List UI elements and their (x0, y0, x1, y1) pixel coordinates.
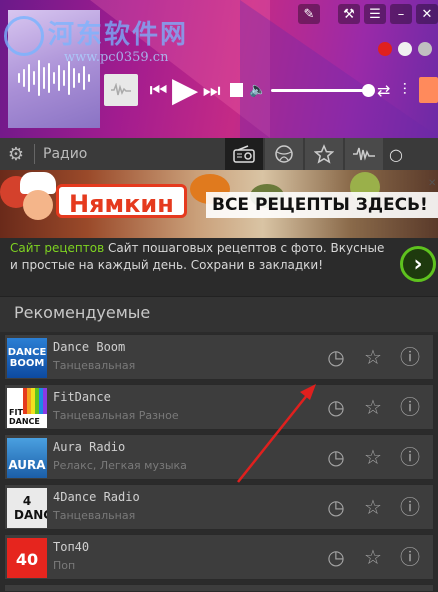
window-controls: ✎ ⚒ ☰ – ✕ (298, 4, 438, 24)
history-icon[interactable]: ◷ (323, 545, 349, 569)
tab-radio[interactable] (225, 138, 263, 170)
station-name: Aura Radio (53, 440, 126, 454)
station-genre: Танцевальная Разное (53, 409, 179, 422)
star-icon[interactable]: ☆ (360, 545, 386, 569)
app-window: 河东软件网 www.pc0359.cn ✎ ⚒ ☰ – ✕ ⏮ ▶ ⏭ 🔈 ⇄ … (0, 0, 438, 592)
list-header: Рекомендуемые (0, 296, 438, 332)
volume-knob[interactable] (362, 83, 376, 97)
station-genre: Поп (53, 559, 76, 572)
info-icon[interactable]: ⓘ (397, 545, 423, 569)
station-row[interactable] (4, 584, 434, 592)
record-icon[interactable] (378, 42, 392, 56)
player-header: 河东软件网 www.pc0359.cn ✎ ⚒ ☰ – ✕ ⏮ ▶ ⏭ 🔈 ⇄ … (0, 0, 438, 138)
station-row[interactable]: 4 DANCE 4Dance Radio Танцевальная ◷ ☆ ⓘ (4, 484, 434, 530)
station-logo: AURA (7, 438, 47, 478)
station-row[interactable]: DANCE BOOM Dance Boom Танцевальная ◷ ☆ ⓘ (4, 334, 434, 380)
radio-icon (233, 145, 255, 163)
section-label: Радио (43, 146, 88, 162)
star-icon[interactable]: ☆ (360, 445, 386, 469)
station-row[interactable]: 40 Топ40 Поп ◷ ☆ ⓘ (4, 534, 434, 580)
station-name: Dance Boom (53, 340, 126, 354)
equalizer-icon[interactable]: ⫶ (394, 80, 415, 100)
station-genre: Танцевальная (53, 509, 136, 522)
mini-tile[interactable] (419, 77, 438, 103)
station-logo: 4 DANCE (7, 488, 47, 528)
divider (34, 144, 35, 164)
waveform-icon (111, 83, 132, 96)
minimize-icon[interactable]: – (390, 4, 412, 24)
tools-icon[interactable]: ⚒ (338, 4, 360, 24)
tab-recognize[interactable] (345, 138, 383, 170)
next-icon[interactable]: ⏭ (199, 78, 224, 102)
mini-icons (378, 42, 432, 56)
watermark-text: 河东软件网 (48, 20, 189, 50)
ad-text-block: Сайт рецептов Сайт пошаговых рецептов с … (0, 238, 438, 296)
watermark-logo-icon (4, 16, 44, 56)
close-icon[interactable]: ✕ (416, 4, 438, 24)
waveform-icon (353, 147, 375, 161)
info-icon[interactable]: ⓘ (397, 345, 423, 369)
station-name: 4Dance Radio (53, 490, 140, 504)
ad-slogan: ВСЕ РЕЦЕПТЫ ЗДЕСЬ! (206, 192, 438, 218)
station-logo-button[interactable] (104, 74, 139, 106)
chef-mascot (18, 172, 58, 230)
history-icon[interactable]: ◷ (323, 395, 349, 419)
info-icon[interactable]: ⓘ (397, 395, 423, 419)
info-icon[interactable]: ⓘ (397, 495, 423, 519)
station-genre: Релакс, Легкая музыка (53, 459, 187, 472)
ad-link[interactable]: Сайт рецептов (10, 241, 104, 255)
ad-close-icon[interactable]: ✕ (428, 178, 436, 189)
menu-icon[interactable]: ☰ (364, 4, 386, 24)
volume-slider[interactable] (270, 83, 376, 97)
search-icon[interactable]: ○ (389, 145, 405, 164)
star-icon[interactable]: ☆ (360, 345, 386, 369)
toolbar: ⚙ Радио ○ (0, 138, 438, 170)
tab-favorites[interactable] (305, 138, 343, 170)
globe-icon (275, 145, 293, 163)
stop-icon[interactable] (229, 83, 244, 97)
player-controls: ⏮ ▶ ⏭ 🔈 ⇄ ⫶ (104, 70, 438, 110)
station-row[interactable]: AURA Aura Radio Релакс, Легкая музыка ◷ … (4, 434, 434, 480)
history-icon[interactable]: ◷ (323, 345, 349, 369)
station-row[interactable]: FIT DANCE FitDance Танцевальная Разное ◷… (4, 384, 434, 430)
ad-go-button[interactable]: › (400, 246, 436, 282)
star-icon (314, 144, 334, 164)
volume-icon[interactable]: 🔈 (249, 82, 266, 98)
history-icon[interactable]: ◷ (323, 445, 349, 469)
watermark-url: www.pc0359.cn (64, 50, 169, 65)
gear-icon[interactable]: ⚙ (2, 144, 30, 165)
info-icon[interactable]: ⓘ (397, 445, 423, 469)
previous-icon[interactable]: ⏮ (146, 78, 171, 102)
station-logo: FIT DANCE (7, 388, 47, 428)
play-icon[interactable]: ▶ (171, 70, 199, 110)
history-icon[interactable]: ◷ (323, 495, 349, 519)
ad-banner[interactable]: Нямкин ВСЕ РЕЦЕПТЫ ЗДЕСЬ! ✕ (0, 170, 438, 238)
station-name: Топ40 (53, 540, 90, 554)
station-logo: DANCE BOOM (7, 338, 47, 378)
ad-description-paragraph: Сайт рецептов Сайт пошаговых рецептов с … (10, 240, 390, 274)
star-icon[interactable]: ☆ (360, 495, 386, 519)
list-title: Рекомендуемые (14, 303, 151, 322)
ad-brand-logo: Нямкин (56, 184, 187, 218)
shuffle-icon[interactable]: ⇄ (373, 81, 394, 100)
gamepad-icon[interactable] (398, 42, 412, 56)
bookmark-icon[interactable] (418, 42, 432, 56)
star-icon[interactable]: ☆ (360, 395, 386, 419)
station-name: FitDance (53, 390, 111, 404)
station-genre: Танцевальная (53, 359, 136, 372)
station-logo: 40 (7, 538, 47, 578)
tab-globe[interactable] (265, 138, 303, 170)
pin-icon[interactable]: ✎ (298, 4, 320, 24)
